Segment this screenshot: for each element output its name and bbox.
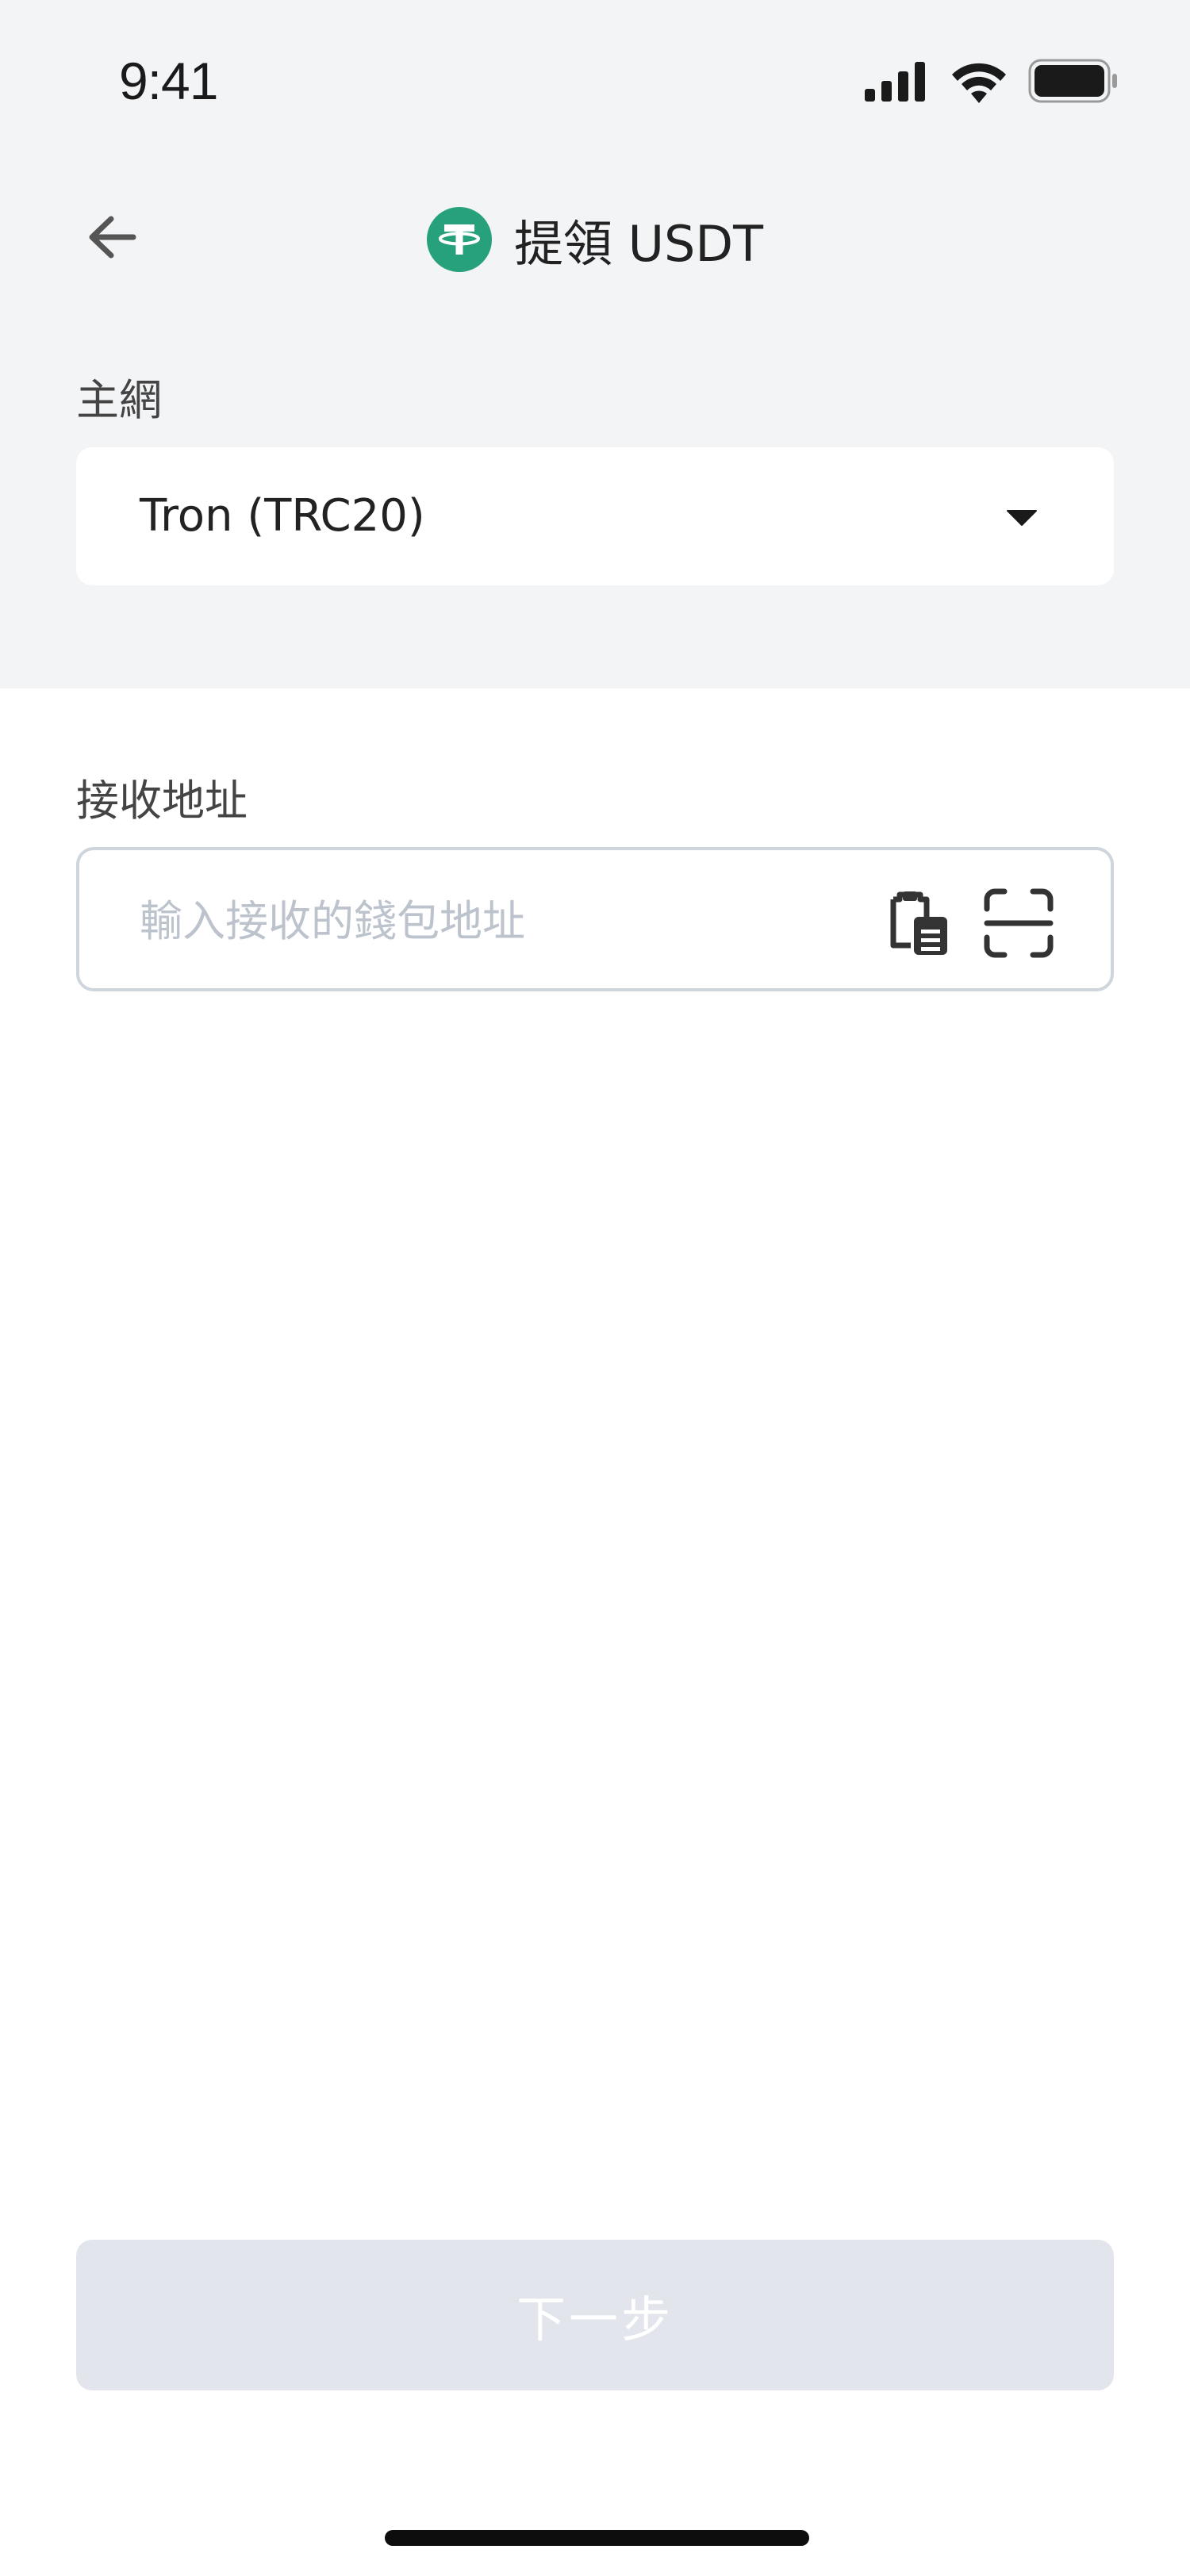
status-icons: [865, 56, 1119, 108]
paste-button[interactable]: [887, 890, 950, 956]
network-label: 主網: [76, 375, 162, 425]
address-field: [76, 847, 1114, 991]
battery-icon: [1028, 59, 1117, 103]
network-selected-value: Tron (TRC20): [140, 490, 425, 542]
clipboard-paste-icon: [890, 891, 947, 955]
scan-button[interactable]: [984, 888, 1054, 958]
cellular-signal-icon: [865, 62, 925, 102]
usdt-tether-icon: [426, 207, 492, 272]
caret-down-icon: [1007, 510, 1037, 526]
next-step-button[interactable]: 下一步: [76, 2240, 1114, 2390]
wifi-icon: [952, 63, 1006, 103]
status-time: 9:41: [119, 52, 218, 110]
home-indicator: [385, 2530, 809, 2546]
address-label: 接收地址: [76, 776, 248, 826]
address-input[interactable]: [140, 885, 854, 956]
scan-qr-icon: [984, 888, 1054, 958]
header-title-group: 提領 USDT: [0, 200, 1190, 279]
network-select[interactable]: Tron (TRC20): [76, 447, 1114, 585]
page-title: 提領 USDT: [513, 215, 764, 273]
